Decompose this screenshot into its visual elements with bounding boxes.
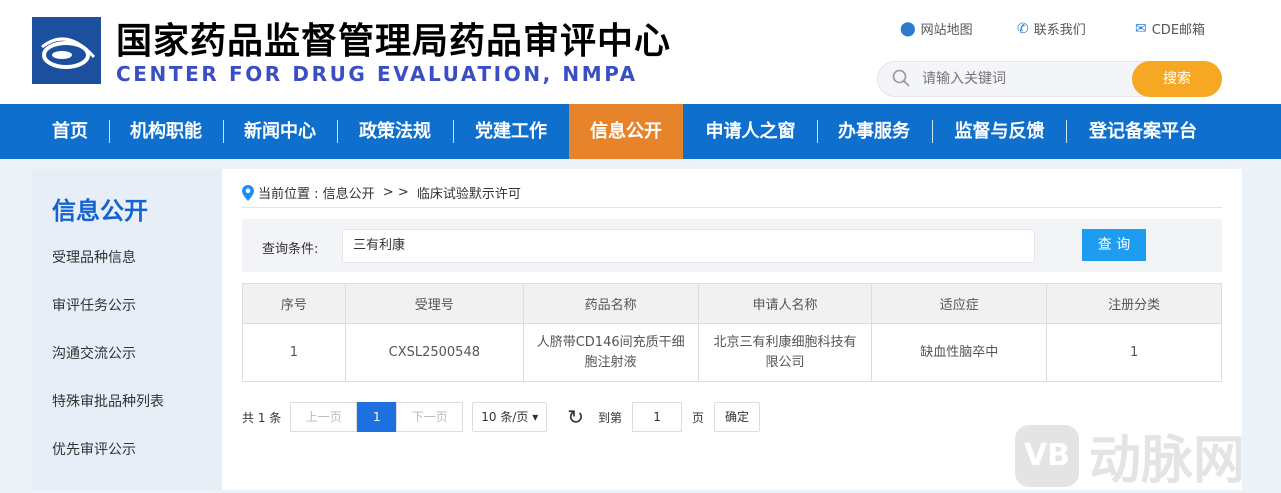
cell-indication: 缺血性脑卒中 [871,323,1048,382]
watermark: VB 动脉网 [1015,418,1245,493]
watermark-text: 动脉网 [1089,431,1246,491]
nav-applicant[interactable]: 申请人之窗 [693,104,808,159]
refresh-icon[interactable]: ↻ [567,405,584,429]
col-header: 注册分类 [1046,283,1222,324]
pagination: 共 1 条 上一页 1 下一页 10 条/页 ▾ ↻ 到第 1 页 确定 [242,402,761,432]
nav-home[interactable]: 首页 [38,104,102,159]
breadcrumb: 当前位置 : 信息公开 > > 临床试验默示许可 [242,183,521,202]
contact-link[interactable]: ✆ 联系我们 [1017,19,1086,39]
location-pin-icon [242,184,254,201]
page-unit: 页 [692,410,705,425]
confirm-button[interactable]: 确定 [714,402,761,432]
sidebar: 信息公开 受理品种信息 审评任务公示 沟通交流公示 特殊审批品种列表 优先审评公… [32,169,222,490]
query-button[interactable]: 查 询 [1082,229,1146,261]
cell-index: 1 [242,323,346,382]
main-nav: 首页 机构职能 新闻中心 政策法规 党建工作 信息公开 申请人之窗 办事服务 监… [0,104,1281,159]
query-label: 查询条件: [262,242,319,257]
search-icon [892,69,910,87]
sidebar-item[interactable]: 审评任务公示 [52,295,136,315]
query-input[interactable]: 三有利康 [342,229,1035,263]
breadcrumb-prefix[interactable]: 当前位置 : 信息公开 [258,183,375,202]
page-1-button[interactable]: 1 [357,402,397,432]
nav-news[interactable]: 新闻中心 [232,104,328,159]
cell-applicant: 北京三有利康细胞科技有限公司 [697,323,873,382]
link-label: CDE邮箱 [1151,23,1206,38]
nav-party[interactable]: 党建工作 [462,104,560,159]
page-size-select[interactable]: 10 条/页 ▾ [472,402,548,432]
page-input[interactable]: 1 [632,402,683,432]
header: 国家药品监督管理局药品审评中心 CENTER FOR DRUG EVALUATI… [0,0,1281,104]
nav-functions[interactable]: 机构职能 [118,104,214,159]
sidebar-item[interactable]: 特殊审批品种列表 [52,391,164,411]
watermark-logo-icon: VB [1015,424,1079,487]
location-pin-icon: ⬤ [900,20,916,37]
site-title-en: CENTER FOR DRUG EVALUATION, NMPA [116,62,638,86]
query-box: 查询条件: 三有利康 查 询 [242,219,1222,272]
nav-registration[interactable]: 登记备案平台 [1076,104,1210,159]
phone-icon: ✆ [1017,20,1029,37]
nav-info-public[interactable]: 信息公开 [569,104,683,159]
prev-page-button[interactable]: 上一页 [290,402,358,432]
link-label: 网站地图 [920,23,973,38]
link-label: 联系我们 [1033,23,1086,38]
sidebar-item[interactable]: 沟通交流公示 [52,343,136,363]
breadcrumb-sep: > > [378,185,413,200]
breadcrumb-current: 临床试验默示许可 [416,187,521,202]
search-box: 搜索 [877,61,1222,97]
col-header: 序号 [242,283,346,324]
col-header: 申请人名称 [697,283,873,324]
cell-drug-name: 人脐带CD146间充质干细胞注射液 [522,323,699,382]
table-header-row: 序号 受理号 药品名称 申请人名称 适应症 注册分类 [242,283,1222,324]
results-table: 序号 受理号 药品名称 申请人名称 适应症 注册分类 1 CXSL2500548… [242,283,1222,382]
cde-logo[interactable] [32,17,101,84]
search-input[interactable] [922,70,1122,86]
total-count: 共 1 条 [242,410,282,425]
sidebar-title: 信息公开 [52,197,148,225]
col-header: 受理号 [344,283,524,324]
table-row[interactable]: 1 CXSL2500548 人脐带CD146间充质干细胞注射液 北京三有利康细胞… [242,323,1222,382]
page-size-value: 10 条/页 [481,410,529,424]
site-title: 国家药品监督管理局药品审评中心 [116,21,672,62]
search-button[interactable]: 搜索 [1132,61,1222,97]
mail-icon: ✉ [1135,20,1147,37]
nav-policy[interactable]: 政策法规 [346,104,444,159]
sidebar-item[interactable]: 受理品种信息 [52,247,136,267]
cell-reg-class: 1 [1046,323,1222,382]
col-header: 适应症 [871,283,1048,324]
site-map-link[interactable]: ⬤ 网站地图 [900,19,973,39]
mail-link[interactable]: ✉ CDE邮箱 [1135,19,1206,39]
col-header: 药品名称 [522,283,699,324]
sidebar-item[interactable]: 优先审评公示 [52,439,136,459]
goto-label: 到第 [598,410,623,425]
cell-accept-no: CXSL2500548 [344,323,524,382]
nav-supervision[interactable]: 监督与反馈 [942,104,1057,159]
next-page-button[interactable]: 下一页 [396,402,464,432]
nav-services[interactable]: 办事服务 [826,104,922,159]
